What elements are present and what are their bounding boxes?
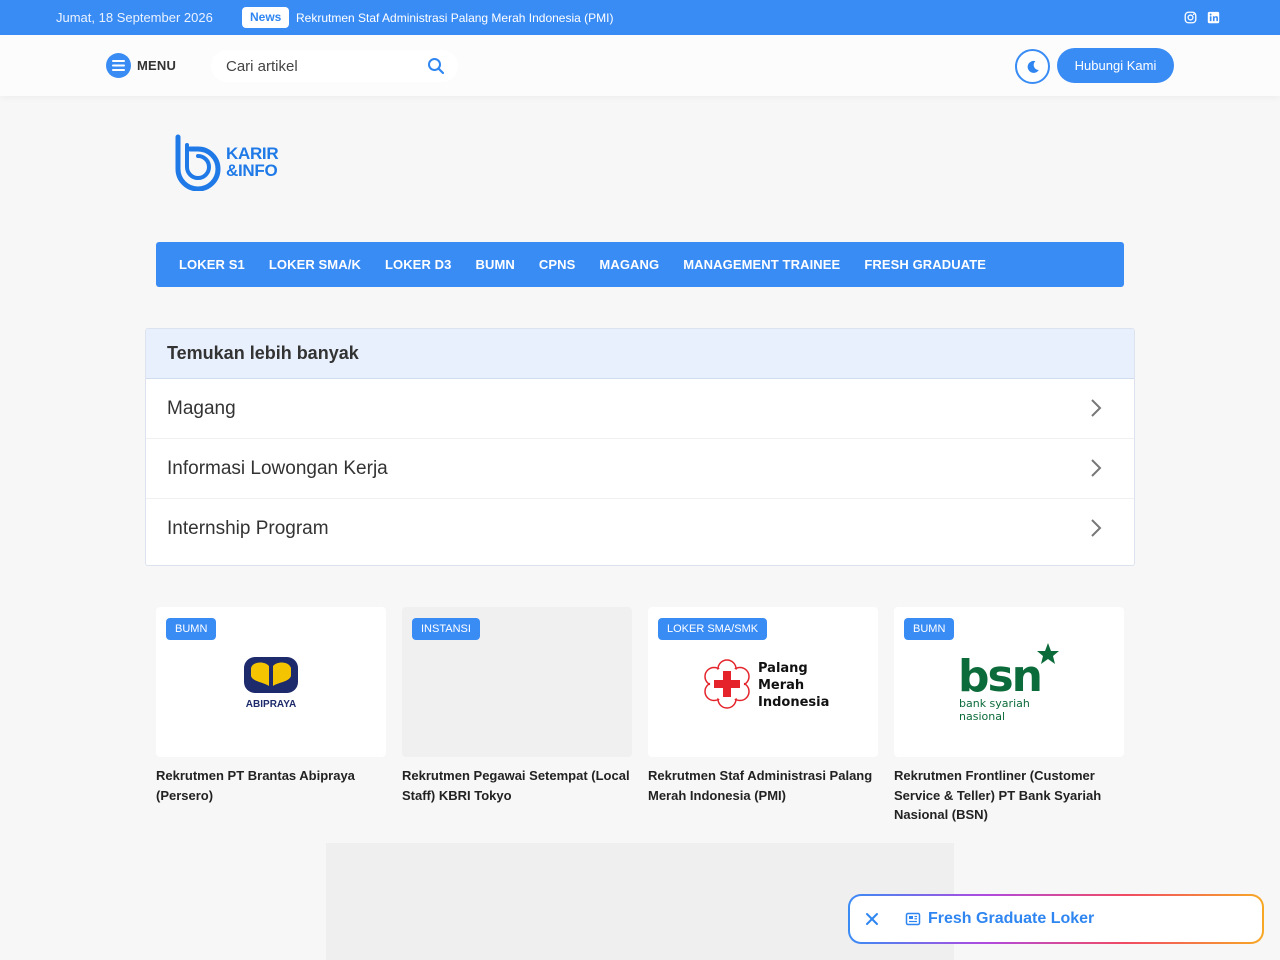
svg-text:Palang: Palang [758, 661, 808, 676]
article-card[interactable]: INSTANSI Rekrutmen Pegawai Setempat (Loc… [402, 607, 632, 805]
bsn-logo: bsn bank syariah nasional [958, 643, 1059, 723]
article-thumbnail[interactable]: INSTANSI [402, 607, 632, 757]
category-badge[interactable]: BUMN [904, 618, 955, 640]
category-badge[interactable]: LOKER SMA/SMK [658, 618, 768, 640]
svg-text:bank syariah: bank syariah [959, 697, 1030, 710]
category-nav: LOKER S1 LOKER SMA/K LOKER D3 BUMN CPNS … [156, 242, 1124, 287]
article-thumbnail[interactable]: BUMN bsn bank syariah nasional [894, 607, 1124, 757]
article-title[interactable]: Rekrutmen Pegawai Setempat (Local Staff)… [402, 766, 632, 805]
chevron-right-icon [1091, 519, 1102, 537]
newspaper-icon [905, 912, 921, 926]
nav-item-bumn[interactable]: BUMN [475, 257, 514, 272]
nav-item-management-trainee[interactable]: MANAGEMENT TRAINEE [683, 257, 840, 272]
menu-button[interactable]: MENU [106, 53, 176, 78]
dark-mode-toggle[interactable] [1015, 49, 1050, 84]
logo-wordmark: KARIR &INFO [226, 144, 279, 180]
search-icon[interactable] [427, 57, 445, 75]
chevron-right-icon [1091, 399, 1102, 417]
article-thumbnail[interactable]: BUMN ABIPRAYA [156, 607, 386, 757]
abipraya-logo: ABIPRAYA [244, 657, 298, 710]
instagram-icon[interactable] [1184, 11, 1197, 24]
article-title[interactable]: Rekrutmen PT Brantas Abipraya (Persero) [156, 766, 386, 805]
discover-item[interactable]: Internship Program [146, 499, 1134, 559]
discover-item[interactable]: Informasi Lowongan Kerja [146, 439, 1134, 499]
article-card[interactable]: BUMN ABIPRAYA Rekrutmen PT Brantas Abipr… [156, 607, 386, 805]
contact-button[interactable]: Hubungi Kami [1057, 48, 1174, 83]
article-title[interactable]: Rekrutmen Frontliner (Customer Service &… [894, 766, 1124, 825]
floating-promo-link[interactable]: Fresh Graduate Loker [928, 910, 1094, 928]
nav-item-loker-s1[interactable]: LOKER S1 [179, 257, 245, 272]
site-header: MENU Hubungi Kami [0, 35, 1280, 96]
nav-item-cpns[interactable]: CPNS [539, 257, 576, 272]
current-date: Jumat, 18 September 2026 [56, 10, 213, 25]
discover-item-label: Magang [167, 398, 236, 419]
news-badge: News [242, 7, 290, 28]
article-card[interactable]: LOKER SMA/SMK Palang Merah Indonesia Rek… [648, 607, 878, 805]
close-icon[interactable] [864, 911, 880, 927]
site-logo[interactable]: KARIR &INFO [172, 132, 284, 192]
moon-icon [1027, 60, 1039, 73]
nav-item-loker-d3[interactable]: LOKER D3 [385, 257, 452, 272]
nav-item-magang[interactable]: MAGANG [599, 257, 659, 272]
discover-item-label: Internship Program [167, 518, 329, 539]
discover-title: Temukan lebih banyak [146, 329, 1134, 379]
pmi-logo: Palang Merah Indonesia [704, 659, 829, 710]
linkedin-icon[interactable] [1207, 11, 1220, 24]
search-box [211, 50, 458, 82]
svg-text:nasional: nasional [959, 710, 1005, 723]
discover-item[interactable]: Magang [146, 379, 1134, 439]
news-ticker-link[interactable]: Rekrutmen Staf Administrasi Palang Merah… [296, 11, 613, 25]
category-badge[interactable]: BUMN [166, 618, 217, 640]
nav-item-fresh-graduate[interactable]: FRESH GRADUATE [864, 257, 986, 272]
top-bar: Jumat, 18 September 2026 News Rekrutmen … [0, 0, 1280, 35]
article-card[interactable]: BUMN bsn bank syariah nasional Rekrutmen… [894, 607, 1124, 825]
discover-more-box: Temukan lebih banyak Magang Informasi Lo… [145, 328, 1135, 566]
svg-text:Indonesia: Indonesia [758, 695, 829, 710]
chevron-right-icon [1091, 459, 1102, 477]
karirinfo-logo-icon [175, 134, 221, 191]
article-thumbnail[interactable]: LOKER SMA/SMK Palang Merah Indonesia [648, 607, 878, 757]
discover-item-label: Informasi Lowongan Kerja [167, 458, 388, 479]
menu-label: MENU [137, 58, 177, 73]
article-title[interactable]: Rekrutmen Staf Administrasi Palang Merah… [648, 766, 878, 805]
floating-promo-bar: Fresh Graduate Loker [848, 894, 1264, 944]
category-badge[interactable]: INSTANSI [412, 618, 480, 640]
search-input[interactable] [226, 56, 416, 76]
svg-text:bsn: bsn [958, 651, 1041, 702]
svg-text:Merah: Merah [758, 678, 804, 693]
hamburger-icon [106, 53, 131, 78]
nav-item-loker-smak[interactable]: LOKER SMA/K [269, 257, 361, 272]
svg-text:ABIPRAYA: ABIPRAYA [246, 699, 296, 710]
